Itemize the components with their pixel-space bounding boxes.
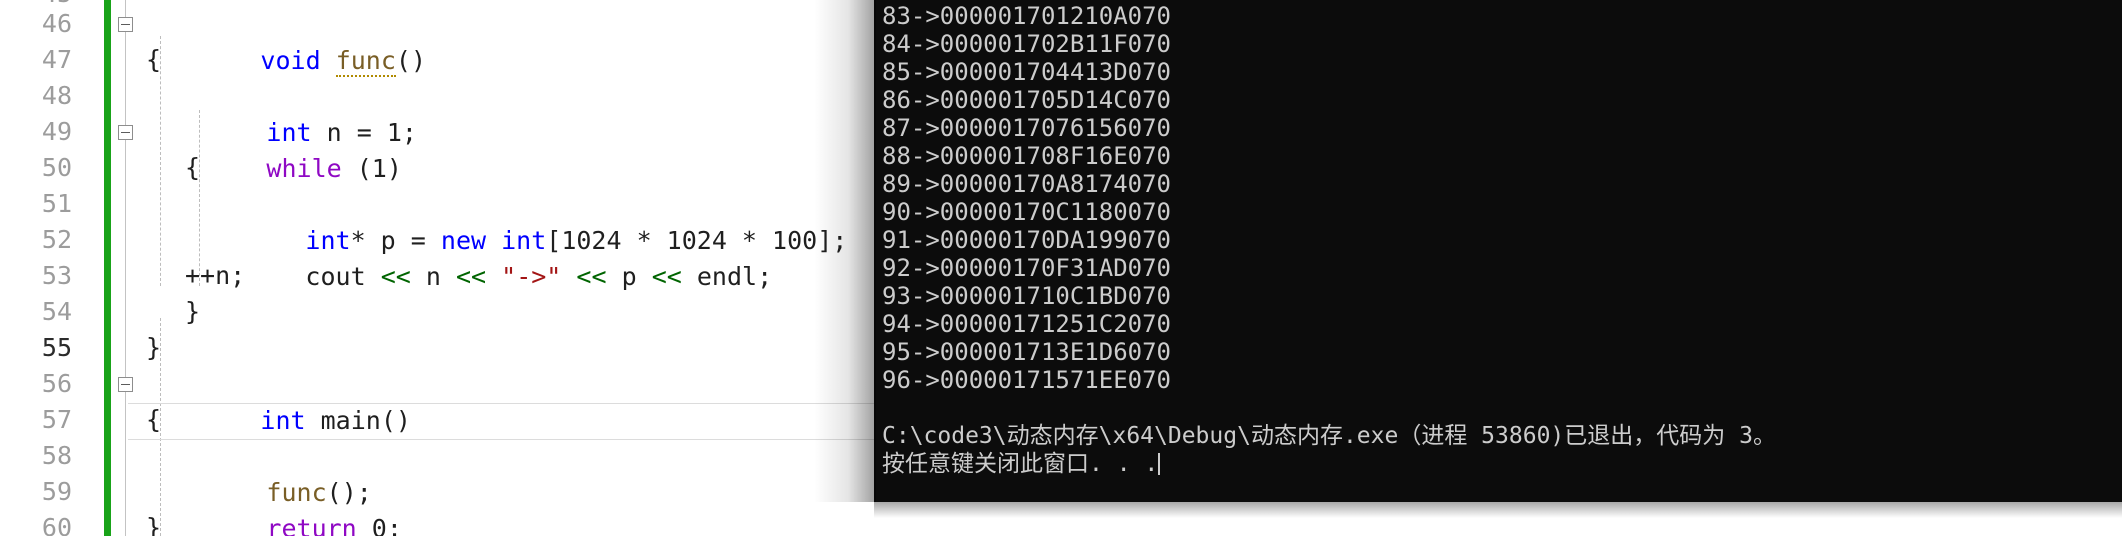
text-caret (1158, 453, 1161, 475)
line-number: 48 (41, 81, 72, 110)
console-output-line: 87->0000017076156070 (882, 114, 1171, 142)
console-exit-message: C:\code3\动态内存\x64\Debug\动态内存.exe（进程 5386… (882, 423, 1776, 449)
code-line-56[interactable]: 56 int main() (0, 366, 880, 435)
console-prompt-text: 按任意键关闭此窗口. . . (882, 451, 1159, 477)
change-bar (104, 402, 111, 439)
change-bar (104, 78, 111, 115)
change-bar (104, 186, 111, 223)
brace-open: { (146, 45, 162, 74)
console-output-line: 88->000001708F16E070 (882, 142, 1171, 170)
increment-statement: ++n; (185, 261, 246, 290)
console-output-line: 91->00000170DA199070 (882, 226, 1171, 254)
code-line-52[interactable]: 52 cout << n << "->" << p << endl; (0, 222, 880, 291)
console-output-line: 89->00000170A8174070 (882, 170, 1171, 198)
line-number: 60 (41, 513, 72, 536)
console-output-line: 93->000001710C1BD070 (882, 282, 1171, 310)
code-line-46[interactable]: 46 void func() (0, 6, 880, 77)
console-output-line: 84->000001702B11F070 (882, 30, 1171, 58)
change-bar (104, 258, 111, 295)
change-bar (104, 222, 111, 259)
code-line-50[interactable]: 50 { (0, 150, 880, 187)
brace-open: { (185, 153, 201, 182)
change-bar (104, 438, 111, 475)
code-line-48[interactable]: 48 int n = 1; (0, 78, 880, 147)
console-output-line: 92->00000170F31AD070 (882, 254, 1171, 282)
change-bar (104, 366, 111, 403)
line-number: 53 (41, 261, 72, 290)
console-output-window[interactable]: 83->000001701210A070 84->000001702B11F07… (874, 0, 2122, 502)
console-output-line: 86->000001705D14C070 (882, 86, 1171, 114)
line-number: 47 (41, 45, 72, 74)
line-number: 50 (41, 153, 72, 182)
code-line-51[interactable]: 51 int* p = new int[1024 * 1024 * 100]; (0, 186, 880, 255)
code-line-55[interactable]: 55 } (0, 330, 880, 440)
code-line-60[interactable]: 60 } (0, 510, 880, 536)
console-output-line: 85->000001704413D070 (882, 58, 1171, 86)
line-number: 46 (41, 9, 72, 38)
console-output-line: 94->00000171251C2070 (882, 310, 1171, 338)
code-line-49[interactable]: 49 while (1) (0, 114, 880, 183)
code-line-58[interactable]: 58 func(); (0, 438, 880, 507)
change-bar (104, 330, 111, 367)
code-line-54[interactable]: 54 } (0, 294, 880, 331)
fold-collapse-icon[interactable] (118, 125, 133, 140)
screenshot-root: 45 46 void func() 47 { 48 int n = 1; (0, 0, 2122, 536)
brace-close: } (185, 297, 201, 326)
change-bar (104, 294, 111, 331)
code-line-53[interactable]: 53 ++n; (0, 258, 880, 295)
console-output-line: 96->00000171571EE070 (882, 366, 1171, 394)
fold-collapse-icon[interactable] (118, 377, 133, 392)
fold-collapse-icon[interactable] (118, 17, 133, 32)
line-number: 59 (41, 477, 72, 506)
code-line-59[interactable]: 59 return 0; (0, 474, 880, 536)
line-number: 49 (41, 117, 72, 146)
line-number: 57 (41, 405, 72, 434)
console-output-line: 90->00000170C1180070 (882, 198, 1171, 226)
brace-close: } (146, 333, 162, 362)
console-output-line: 83->000001701210A070 (882, 2, 1171, 30)
change-bar (104, 150, 111, 187)
code-editor-pane[interactable]: 45 46 void func() 47 { 48 int n = 1; (0, 0, 880, 536)
change-bar (104, 510, 111, 536)
console-prompt-message: 按任意键关闭此窗口. . . (874, 450, 2122, 478)
console-output-line: 95->000001713E1D6070 (882, 338, 1171, 366)
change-bar (104, 474, 111, 511)
line-number: 56 (41, 369, 72, 398)
line-number: 58 (41, 441, 72, 470)
line-number-current: 55 (41, 333, 72, 362)
line-number: 51 (41, 189, 72, 218)
line-number: 52 (41, 225, 72, 254)
change-bar (104, 42, 111, 79)
code-line-57[interactable]: 57 { (0, 402, 880, 439)
change-bar (104, 6, 111, 43)
console-bottom-drop-shadow (874, 502, 2122, 518)
brace-close: } (146, 513, 162, 536)
code-line-47[interactable]: 47 { (0, 42, 880, 79)
change-bar (104, 114, 111, 151)
brace-open: { (146, 405, 162, 434)
line-number: 54 (41, 297, 72, 326)
